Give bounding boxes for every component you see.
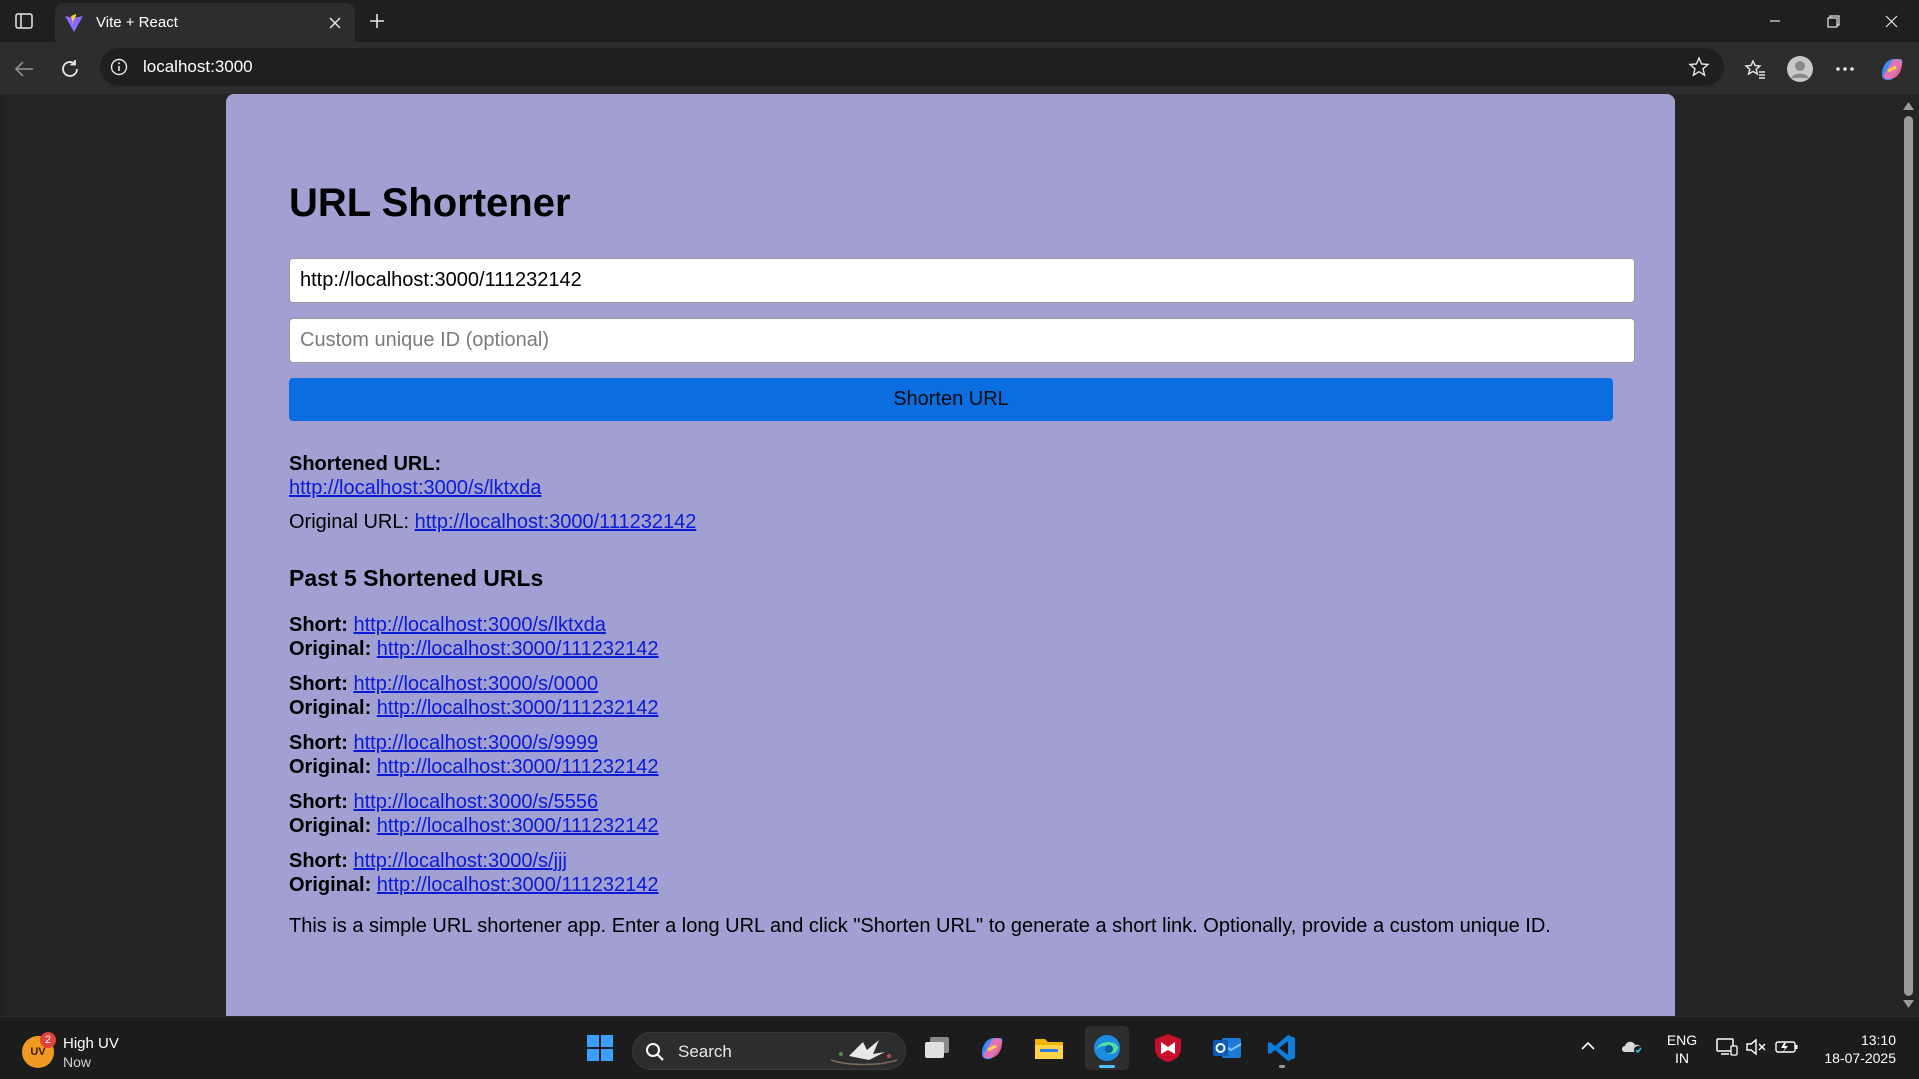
input-language[interactable]: ENG IN [1662, 1031, 1702, 1067]
vscode-icon[interactable] [1260, 1026, 1304, 1070]
original-label: Original: [289, 696, 372, 719]
history-original-link[interactable]: http://localhost:3000/111232142 [377, 638, 659, 660]
scroll-up-icon[interactable] [1903, 102, 1914, 110]
browser-tab[interactable]: Vite + React [55, 3, 355, 42]
language-code: ENG [1666, 1032, 1698, 1048]
clock-time: 13:10 [1860, 1032, 1896, 1048]
display-icon[interactable] [1716, 1038, 1738, 1056]
sidebar-icon[interactable] [12, 10, 36, 32]
shorten-url-button[interactable]: Shorten URL [289, 378, 1613, 421]
original-label: Original: [289, 755, 372, 778]
app-container: URL Shortener Shorten URL Shortened URL:… [226, 94, 1675, 1016]
long-url-input[interactable] [289, 258, 1635, 303]
history-original-link[interactable]: http://localhost:3000/111232142 [377, 815, 659, 837]
copilot-icon[interactable] [1877, 54, 1907, 84]
plus-icon[interactable] [364, 8, 390, 34]
system-clock[interactable]: 13:10 18-07-2025 [1806, 1031, 1896, 1067]
weather-widget[interactable]: UV 2 High UV Now [22, 1032, 182, 1072]
profile-icon[interactable] [1785, 54, 1815, 84]
search-icon [645, 1042, 665, 1062]
onedrive-icon[interactable] [1620, 1037, 1644, 1055]
short-label: Short: [289, 850, 348, 872]
region-code: IN [1675, 1050, 1689, 1066]
battery-icon[interactable] [1775, 1039, 1799, 1055]
edge-icon[interactable] [1085, 1026, 1129, 1070]
history-original-link[interactable]: http://localhost:3000/111232142 [377, 697, 659, 719]
history-short-link[interactable]: http://localhost:3000/s/5556 [353, 791, 598, 813]
info-icon[interactable] [110, 58, 128, 76]
history-original-link[interactable]: http://localhost:3000/111232142 [377, 756, 659, 778]
page-title: URL Shortener [289, 181, 571, 225]
windows-start-icon[interactable] [578, 1026, 622, 1070]
mcafee-icon[interactable] [1146, 1026, 1190, 1070]
back-icon[interactable] [9, 54, 39, 84]
browser-toolbar: localhost:3000 [0, 42, 1919, 94]
original-label: Original: [289, 637, 372, 660]
original-url-label: Original URL: [289, 511, 410, 533]
history-item: Short: http://localhost:3000/s/0000 Orig… [289, 673, 1635, 720]
mute-icon[interactable] [1746, 1038, 1768, 1056]
restore-icon[interactable] [1810, 6, 1856, 36]
clock-date: 18-07-2025 [1824, 1050, 1896, 1066]
history-item: Short: http://localhost:3000/s/lktxda Or… [289, 614, 1635, 661]
short-label: Short: [289, 791, 348, 813]
search-label: Search [678, 1042, 732, 1061]
address-bar[interactable]: localhost:3000 [100, 48, 1724, 86]
copilot-app-icon[interactable] [970, 1026, 1014, 1070]
history-list: Short: http://localhost:3000/s/lktxda Or… [289, 614, 1635, 897]
short-label: Short: [289, 673, 348, 695]
original-label: Original: [289, 873, 372, 896]
app-description: This is a simple URL shortener app. Ente… [289, 915, 1551, 937]
refresh-icon[interactable] [55, 54, 85, 84]
more-icon[interactable] [1830, 54, 1860, 84]
scrollbar-thumb[interactable] [1904, 116, 1913, 996]
chevron-up-icon[interactable] [1580, 1041, 1596, 1051]
active-indicator [1099, 1065, 1115, 1068]
shortened-url-label: Shortened URL: [289, 453, 442, 475]
browser-title-bar: Vite + React [0, 0, 1919, 42]
outlook-icon[interactable] [1205, 1026, 1249, 1070]
history-short-link[interactable]: http://localhost:3000/s/9999 [353, 732, 598, 754]
page-scrollbar[interactable] [1898, 94, 1919, 1016]
windows-taskbar: UV 2 High UV Now Search ENG IN 13:10 18-… [0, 1016, 1919, 1079]
address-text[interactable]: localhost:3000 [143, 57, 253, 77]
star-icon[interactable] [1688, 56, 1710, 78]
task-view-icon[interactable] [915, 1026, 959, 1070]
history-title: Past 5 Shortened URLs [289, 565, 544, 591]
custom-id-input[interactable] [289, 318, 1635, 363]
original-url-line: Original URL: http://localhost:3000/1112… [289, 510, 1635, 534]
vite-logo-icon [64, 13, 84, 33]
history-item: Short: http://localhost:3000/s/jjj Origi… [289, 850, 1635, 897]
history-short-link[interactable]: http://localhost:3000/s/lktxda [353, 614, 605, 636]
original-url-link[interactable]: http://localhost:3000/111232142 [415, 511, 697, 533]
scroll-down-icon[interactable] [1903, 1000, 1914, 1008]
original-label: Original: [289, 814, 372, 837]
minimize-icon[interactable] [1752, 6, 1798, 36]
favorites-icon[interactable] [1740, 54, 1770, 84]
file-explorer-icon[interactable] [1027, 1026, 1071, 1070]
short-label: Short: [289, 732, 348, 754]
history-short-link[interactable]: http://localhost:3000/s/0000 [353, 673, 598, 695]
running-indicator [1279, 1065, 1285, 1068]
notification-badge: 2 [40, 1032, 56, 1048]
result-section: Shortened URL: http://localhost:3000/s/l… [289, 452, 1635, 534]
weather-title: High UV [63, 1035, 119, 1052]
window-close-icon[interactable] [1868, 6, 1914, 36]
history-item: Short: http://localhost:3000/s/9999 Orig… [289, 732, 1635, 779]
shortened-url-link[interactable]: http://localhost:3000/s/lktxda [289, 477, 541, 499]
app-content: URL Shortener Shorten URL Shortened URL:… [289, 180, 1635, 958]
tab-title: Vite + React [96, 14, 178, 31]
weather-subtitle: Now [63, 1054, 92, 1070]
taskbar-search[interactable]: Search [632, 1032, 906, 1070]
history-original-link[interactable]: http://localhost:3000/111232142 [377, 874, 659, 896]
close-icon[interactable] [324, 12, 346, 34]
short-label: Short: [289, 614, 348, 636]
history-item: Short: http://localhost:3000/s/5556 Orig… [289, 791, 1635, 838]
page-viewport: URL Shortener Shorten URL Shortened URL:… [5, 94, 1898, 1016]
search-highlight-art [829, 1036, 899, 1068]
history-short-link[interactable]: http://localhost:3000/s/jjj [353, 850, 566, 872]
